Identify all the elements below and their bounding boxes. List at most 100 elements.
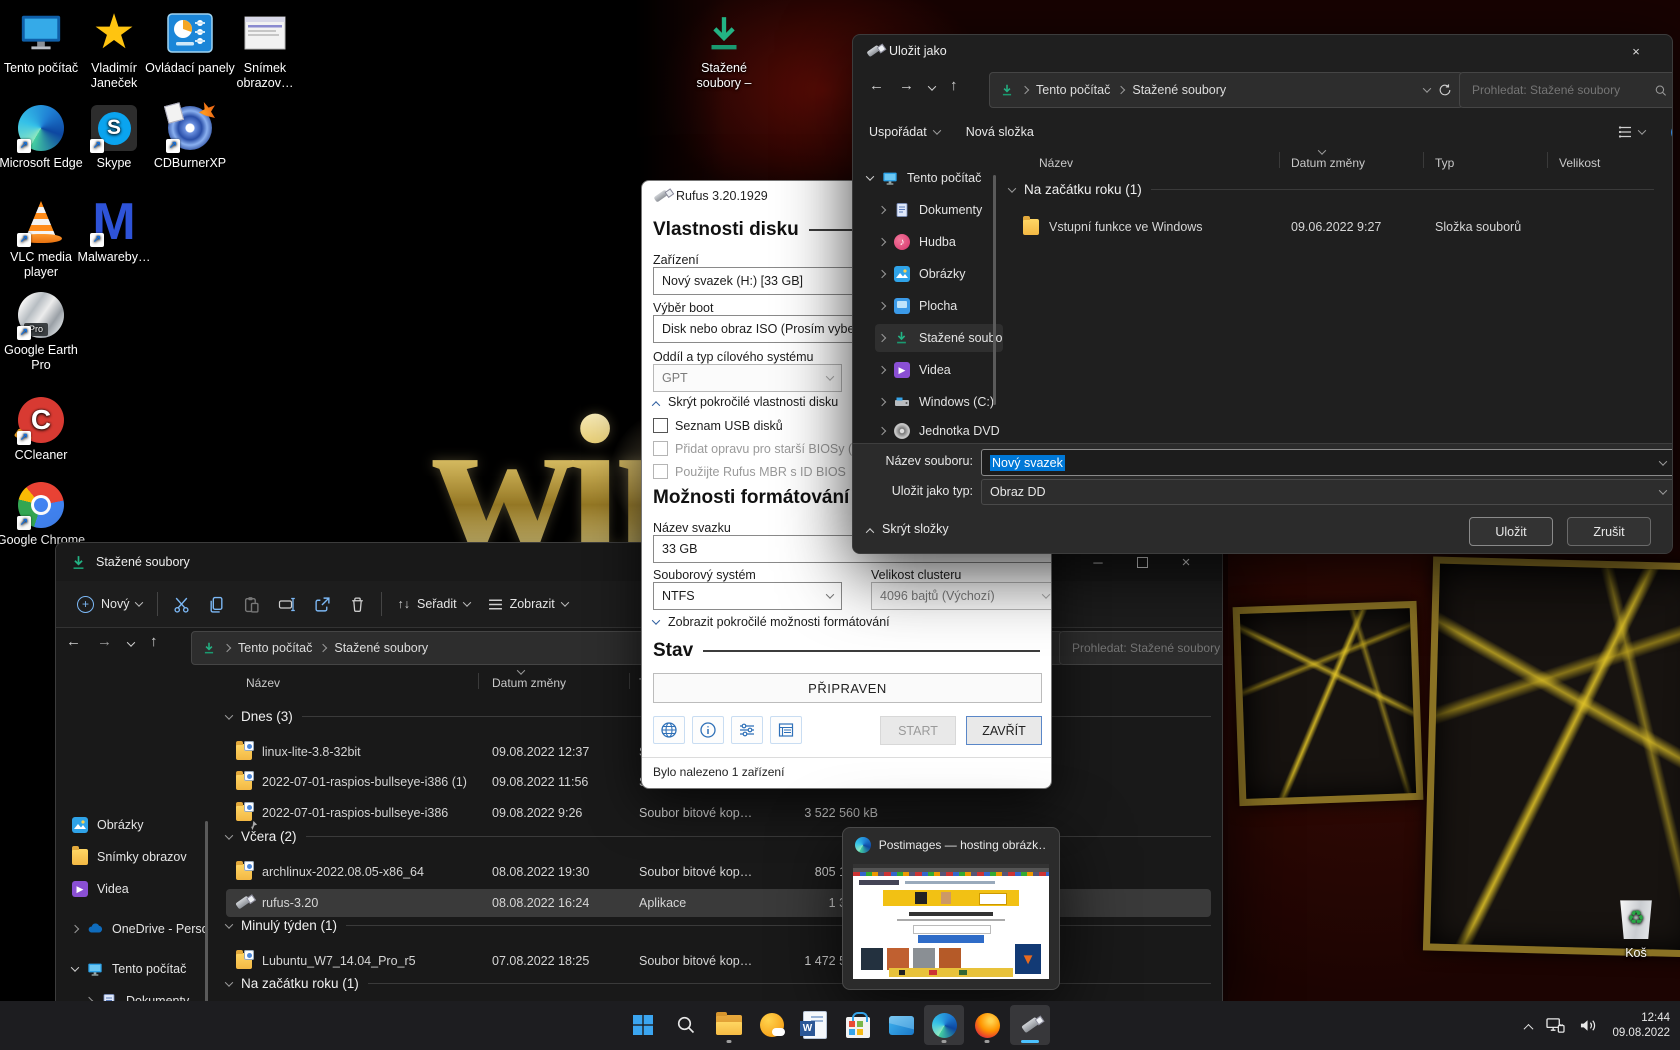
file-row-selected[interactable]: rufus-3.20 08.08.2022 16:24 Aplikace 1 3… [226, 889, 1211, 917]
close-button[interactable]: ZAVŘÍT [966, 716, 1042, 745]
cancel-button[interactable]: Zrušit [1567, 517, 1651, 546]
filename-input[interactable]: Nový svazek [981, 449, 1673, 476]
tree-item-pictures[interactable]: Obrázky [875, 260, 1003, 288]
tree-item-windows-c[interactable]: Windows (C:) [875, 388, 1003, 416]
file-row[interactable]: Vstupní funkce ve Windows 09.06.2022 9:2… [1009, 213, 1654, 241]
paste-button[interactable] [234, 590, 269, 619]
close-icon[interactable]: × [1614, 35, 1658, 67]
taskbar-explorer-button[interactable] [709, 1005, 749, 1045]
settings-button[interactable] [731, 716, 763, 744]
group-header-last-week[interactable]: Minulý týden (1) [226, 918, 1211, 933]
desktop-icon-downloads-shortcut[interactable]: Stažené soubory – [678, 8, 770, 91]
info-button[interactable] [692, 716, 724, 744]
widgets-button[interactable] [752, 1005, 792, 1045]
breadcrumb-root[interactable]: Tento počítač [238, 641, 312, 655]
file-row[interactable]: archlinux-2022.08.05-x86_64 08.08.2022 1… [226, 858, 1211, 886]
desktop-icon-cdburnerxp[interactable]: ↗ CDBurnerXP [144, 103, 236, 171]
group-header-yesterday[interactable]: Včera (2) [226, 829, 1211, 844]
tree-item-documents[interactable]: Dokumenty [875, 196, 1003, 224]
tree-item-music[interactable]: ♪ Hudba [875, 228, 1003, 256]
network-icon[interactable] [1546, 1017, 1565, 1034]
save-dialog-titlebar[interactable]: Uložit jako × [853, 35, 1672, 67]
up-icon[interactable]: ↑ [150, 633, 158, 650]
address-bar[interactable]: Tento počítač Stažené soubory [989, 72, 1463, 108]
group-header-start-of-year[interactable]: Na začátku roku (1) [1009, 182, 1654, 197]
column-header-date[interactable]: Datum změny [1291, 156, 1365, 170]
desktop-icon-ccleaner[interactable]: C ↗ CCleaner [0, 395, 87, 463]
store-button[interactable] [838, 1005, 878, 1045]
back-icon[interactable]: ← [66, 633, 81, 650]
organize-button[interactable]: Uspořádat [869, 125, 940, 139]
desktop-icon-chrome[interactable]: ↗ Google Chrome [0, 480, 87, 548]
partition-select[interactable]: GPT [653, 364, 842, 392]
delete-button[interactable] [340, 590, 375, 619]
preview-thumbnail[interactable]: ▼ [853, 864, 1049, 979]
taskbar-firefox-button[interactable] [967, 1005, 1007, 1045]
language-globe-button[interactable] [653, 716, 685, 744]
view-toggle-button[interactable] [1617, 124, 1645, 140]
back-icon[interactable]: ← [869, 77, 884, 94]
forward-icon[interactable]: → [899, 77, 914, 94]
forward-icon[interactable]: → [97, 633, 112, 650]
rename-button[interactable] [269, 590, 305, 619]
word-button[interactable]: W [795, 1005, 835, 1045]
share-icon[interactable] [305, 590, 340, 619]
filetype-select[interactable]: Obraz DD [981, 479, 1673, 505]
hide-folders-button[interactable]: Skrýt složky [867, 522, 949, 536]
column-header-type[interactable]: Typ [1435, 156, 1454, 170]
refresh-icon[interactable] [1438, 83, 1452, 97]
up-icon[interactable]: ↑ [950, 77, 958, 94]
desktop-icon-malwarebytes[interactable]: M ↗ Malwareby… [68, 197, 160, 265]
taskbar-preview-popup[interactable]: Postimages — hosting obrázk… ▼ [842, 827, 1060, 990]
new-folder-button[interactable]: Nová složka [966, 125, 1034, 139]
volume-icon[interactable] [1579, 1017, 1598, 1034]
tree-item-this-pc[interactable]: Tento počítač [863, 164, 1001, 192]
desktop-icon-recycle-bin[interactable]: ♻ Koš [1590, 893, 1680, 961]
help-icon[interactable]: ? [1671, 124, 1673, 141]
cut-button[interactable] [164, 590, 199, 619]
taskbar-rufus-button[interactable] [1010, 1005, 1050, 1045]
tree-item-downloads[interactable]: Stažené soubor [875, 324, 1003, 352]
view-button[interactable]: Zobrazit [479, 591, 577, 618]
explorer-search-box[interactable] [1059, 631, 1223, 665]
mail-button[interactable] [881, 1005, 921, 1045]
group-header-start-of-year[interactable]: Na začátku roku (1) [226, 976, 1211, 991]
save-button[interactable]: Uložit [1469, 517, 1553, 546]
tree-item-videos[interactable]: ▶ Videa [875, 356, 1003, 384]
tray-chevron-up-icon[interactable] [1524, 1024, 1534, 1034]
usb-list-checkbox[interactable]: Seznam USB disků [653, 418, 783, 433]
file-row[interactable]: Lubuntu_W7_14.04_Pro_r5 07.08.2022 18:25… [226, 947, 1211, 975]
column-header-name[interactable]: Název [1039, 156, 1073, 170]
column-header-date[interactable]: Datum změny [492, 676, 566, 690]
tree-item-desktop[interactable]: Plocha [875, 292, 1003, 320]
column-header-name[interactable]: Název [246, 676, 280, 690]
desktop-icon-google-earth[interactable]: Pro ↗ Google Earth Pro [0, 290, 87, 373]
tree-item-dvd-drive[interactable]: Jednotka DVD ( [875, 420, 1003, 442]
filesystem-select[interactable]: NTFS [653, 582, 842, 610]
new-button[interactable]: + Nový [68, 590, 151, 619]
bios-fix-checkbox[interactable]: Přidat opravu pro starší BIOSy (ext [653, 441, 869, 456]
tray-clock[interactable]: 12:44 09.08.2022 [1612, 1011, 1670, 1041]
start-button[interactable] [623, 1005, 663, 1045]
sort-button[interactable]: ↑↓Seřadit [388, 591, 478, 617]
taskbar-edge-button[interactable] [924, 1005, 964, 1045]
search-input[interactable] [1070, 640, 1223, 656]
breadcrumb-root[interactable]: Tento počítač [1036, 83, 1110, 97]
sidebar-scrollbar[interactable] [205, 821, 208, 1003]
search-button[interactable] [666, 1005, 706, 1045]
search-input[interactable] [1470, 82, 1647, 98]
file-row[interactable]: 2022-07-01-raspios-bullseye-i386 09.08.2… [226, 799, 1211, 827]
advanced-format-toggle[interactable]: Zobrazit pokročilé možnosti formátování [653, 615, 890, 629]
history-chevron-icon[interactable] [928, 82, 936, 90]
rufus-mbr-checkbox[interactable]: Použijte Rufus MBR s ID BIOS [653, 464, 846, 479]
breadcrumb-current[interactable]: Stažené soubory [1132, 83, 1226, 97]
address-dropdown-icon[interactable] [1423, 84, 1431, 92]
breadcrumb-current[interactable]: Stažené soubory [334, 641, 428, 655]
column-header-size[interactable]: Velikost [1559, 156, 1600, 170]
cluster-select[interactable]: 4096 bajtů (Výchozí) [871, 582, 1052, 610]
desktop-icon-screenshot[interactable]: Snímek obrazov… [219, 8, 311, 91]
save-dialog-search-box[interactable] [1459, 72, 1673, 108]
start-button[interactable]: START [880, 716, 956, 745]
log-button[interactable] [770, 716, 802, 744]
history-chevron-icon[interactable] [127, 638, 135, 646]
